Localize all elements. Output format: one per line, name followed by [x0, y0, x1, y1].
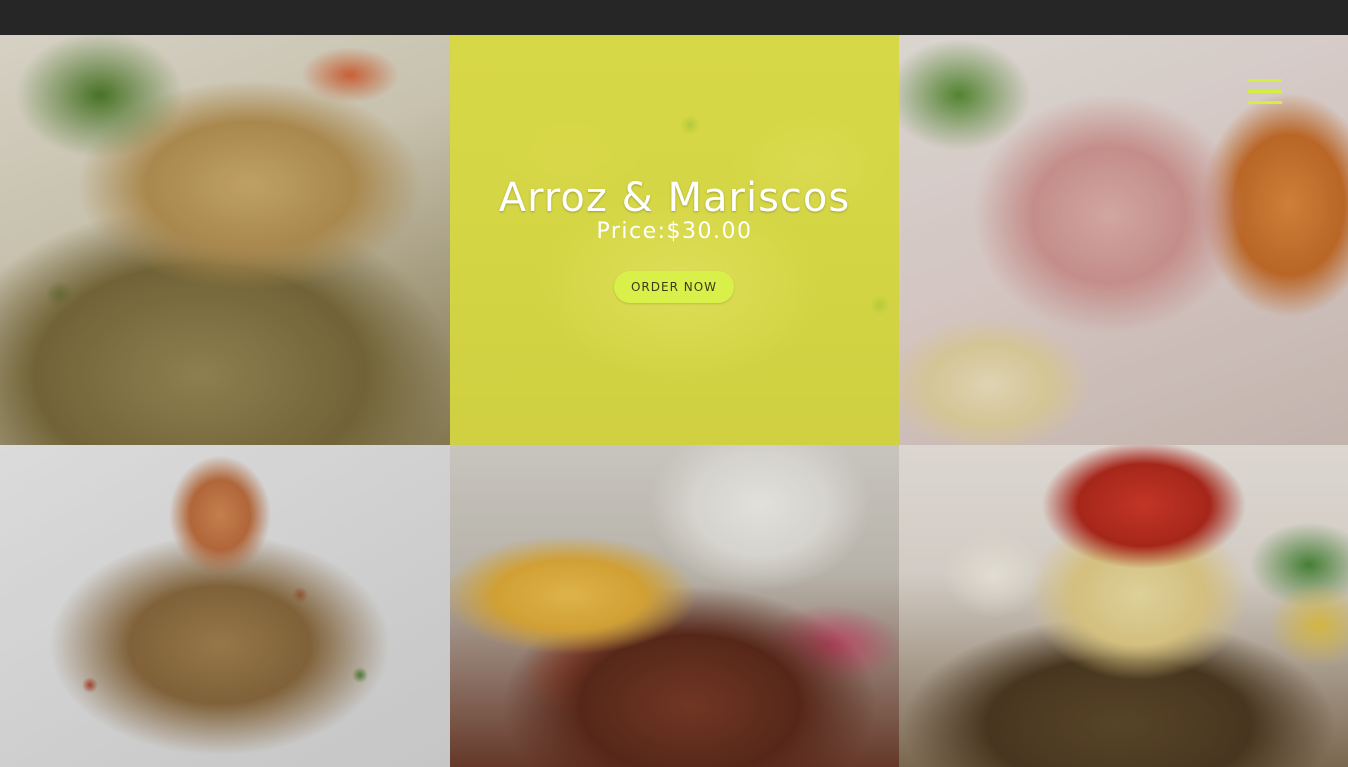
tile-fried-rice[interactable] — [0, 445, 450, 767]
featured-item-overlay: Arroz & Mariscos Price:$30.00 ORDER NOW — [450, 35, 899, 445]
item-price: Price:$30.00 — [596, 219, 753, 244]
top-bar — [0, 0, 1348, 35]
hamburger-menu-icon[interactable] — [1248, 78, 1282, 106]
tile-lomo-saltado[interactable] — [450, 445, 899, 767]
tile-chicken-rice[interactable] — [0, 35, 450, 445]
tile-stuffed-pepper[interactable] — [899, 445, 1348, 767]
tile-arroz-mariscos[interactable]: Arroz & Mariscos Price:$30.00 ORDER NOW — [450, 35, 899, 445]
item-title: Arroz & Mariscos — [498, 175, 851, 221]
menu-grid: Arroz & Mariscos Price:$30.00 ORDER NOW — [0, 35, 1348, 767]
order-now-button[interactable]: ORDER NOW — [614, 271, 734, 303]
